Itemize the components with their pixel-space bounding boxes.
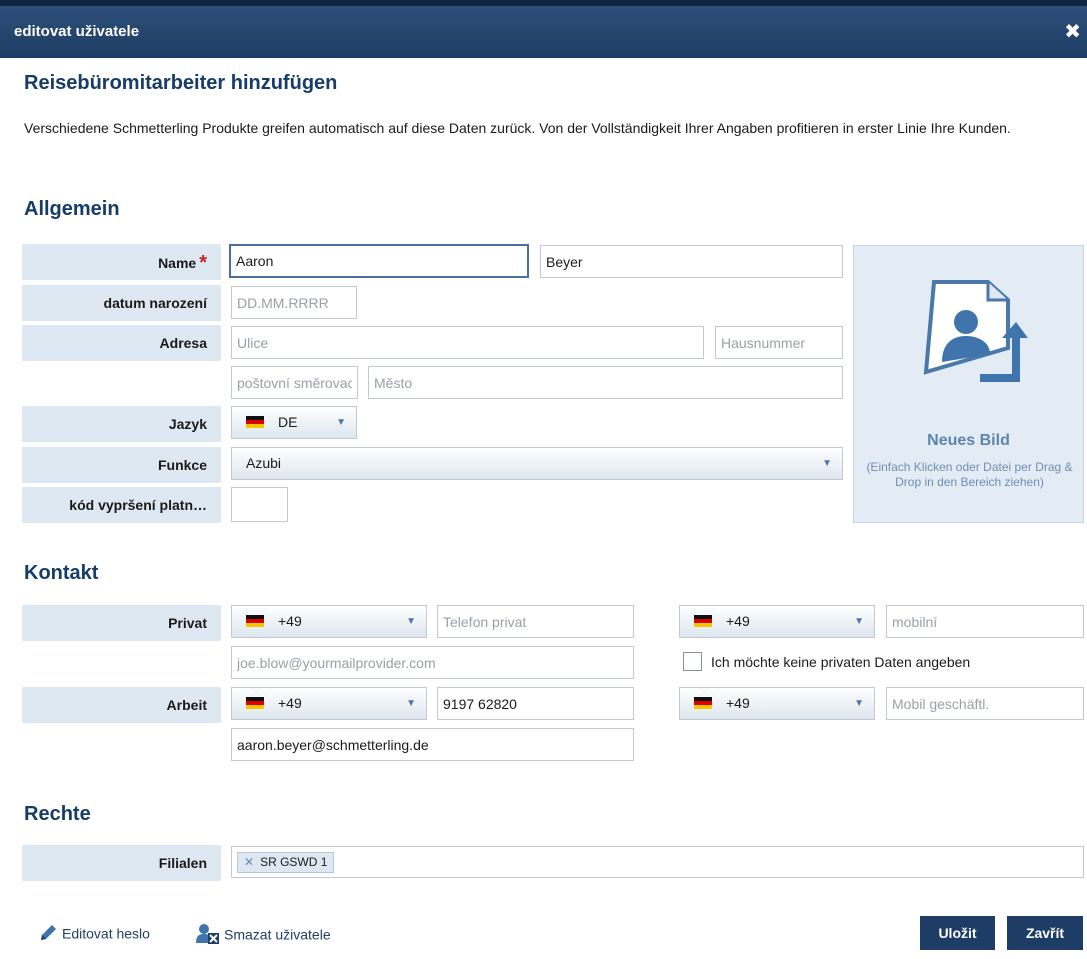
language-select[interactable]: DE ▼	[231, 406, 357, 439]
private-mobile-input[interactable]	[886, 605, 1084, 638]
photo-upload-hint: (Einfach Klicken oder Datei per Drag & D…	[866, 460, 1073, 489]
branch-tag-label: SR GSWD 1	[260, 855, 328, 869]
name-label-text: Name	[158, 255, 197, 271]
city-input[interactable]	[368, 366, 843, 399]
private-mobile-code-value: +49	[726, 613, 750, 629]
address-label: Adresa	[22, 325, 221, 361]
chevron-down-icon: ▼	[854, 616, 864, 627]
chevron-down-icon: ▼	[336, 417, 346, 428]
photo-upload-title: Neues Bild	[927, 432, 1010, 449]
section-general-heading: Allgemein	[24, 198, 120, 220]
work-mobile-code-value: +49	[726, 695, 750, 711]
section-rights-heading: Rechte	[24, 803, 91, 825]
function-label: Funkce	[22, 447, 221, 483]
delete-user-label: Smazat uživatele	[224, 926, 331, 943]
language-label: Jazyk	[22, 406, 221, 442]
work-label: Arbeit	[22, 687, 221, 723]
close-button[interactable]: Zavřít	[1007, 916, 1083, 950]
name-label: Name *	[22, 244, 221, 280]
photo-upload-area[interactable]: Neues Bild (Einfach Klicken oder Datei p…	[853, 245, 1084, 523]
branches-label: Filialen	[22, 845, 221, 881]
chevron-down-icon: ▼	[854, 698, 864, 709]
function-value: Azubi	[246, 455, 282, 471]
last-name-input[interactable]	[540, 245, 843, 278]
dialog-titlebar: editovat uživatele ✖	[0, 0, 1087, 58]
private-email-input[interactable]	[231, 646, 634, 679]
private-mobile-code-select[interactable]: +49 ▼	[679, 605, 875, 638]
chevron-down-icon: ▼	[406, 698, 416, 709]
section-contact-heading: Kontakt	[24, 562, 99, 584]
delete-user-icon	[196, 924, 219, 944]
work-phone-input[interactable]	[437, 687, 634, 720]
branches-tag-input[interactable]: ✕ SR GSWD 1	[231, 846, 1084, 878]
private-phone-code-select[interactable]: +49 ▼	[231, 605, 427, 638]
work-mobile-code-select[interactable]: +49 ▼	[679, 687, 875, 720]
work-mobile-input[interactable]	[886, 687, 1084, 720]
required-icon: *	[199, 252, 207, 274]
user-upload-icon	[923, 280, 1028, 382]
chevron-down-icon: ▼	[822, 458, 832, 469]
remove-tag-icon[interactable]: ✕	[244, 855, 254, 869]
edit-password-label: Editovat heslo	[62, 925, 150, 942]
delete-user-link[interactable]: Smazat uživatele	[196, 924, 331, 947]
private-label: Privat	[22, 605, 221, 641]
expiry-input[interactable]	[231, 487, 288, 522]
intro-text: Verschiedene Schmetterling Produkte grei…	[24, 120, 1011, 136]
private-phone-code-value: +49	[278, 613, 302, 629]
first-name-input[interactable]	[229, 244, 529, 278]
work-phone-code-select[interactable]: +49 ▼	[231, 687, 427, 720]
german-flag-icon	[694, 697, 712, 710]
postal-code-input[interactable]	[231, 366, 358, 399]
german-flag-icon	[246, 416, 264, 429]
private-phone-input[interactable]	[437, 605, 634, 638]
house-number-input[interactable]	[715, 326, 843, 359]
pencil-icon	[41, 925, 56, 940]
page-title: Reisebüromitarbeiter hinzufügen	[24, 72, 338, 94]
german-flag-icon	[694, 615, 712, 628]
birthdate-input[interactable]	[231, 286, 357, 319]
branch-tag: ✕ SR GSWD 1	[237, 852, 335, 873]
german-flag-icon	[246, 697, 264, 710]
close-icon[interactable]: ✖	[1064, 22, 1081, 42]
expiry-label: kód vypršení platn…	[22, 487, 221, 523]
german-flag-icon	[246, 615, 264, 628]
work-email-input[interactable]	[231, 728, 634, 761]
no-private-data-checkbox[interactable]	[683, 652, 702, 671]
birthdate-label: datum narození	[22, 285, 221, 321]
work-phone-code-value: +49	[278, 695, 302, 711]
language-value: DE	[278, 414, 298, 430]
save-button[interactable]: Uložit	[920, 916, 995, 950]
edit-password-link[interactable]: Editovat heslo	[38, 925, 150, 945]
dialog-title: editovat uživatele	[14, 23, 140, 40]
street-input[interactable]	[231, 326, 704, 359]
function-select[interactable]: Azubi ▼	[231, 447, 843, 480]
chevron-down-icon: ▼	[406, 616, 416, 627]
no-private-data-label: Ich möchte keine privaten Daten angeben	[711, 654, 971, 670]
